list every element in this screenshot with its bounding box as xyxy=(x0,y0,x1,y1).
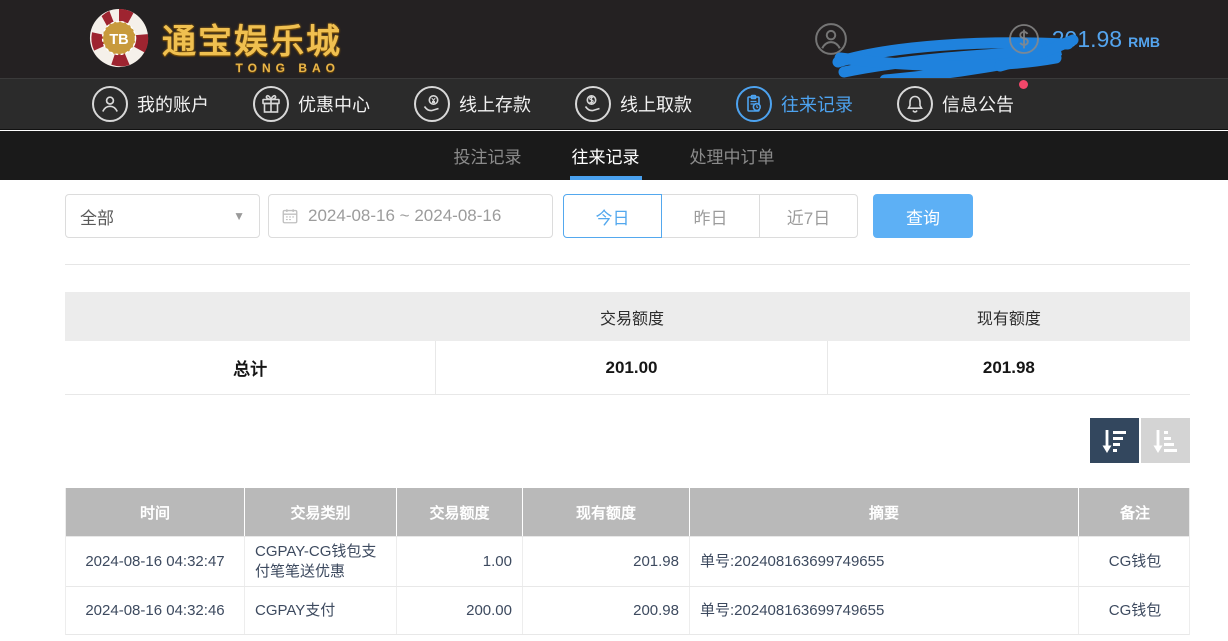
page: TB 通宝娱乐城 TONG BAO 201.98 RMB 我的账户 优惠中心 线… xyxy=(0,0,1228,641)
records-header-balance: 现有额度 xyxy=(523,488,690,536)
cell-summary: 单号:202408163699749655 xyxy=(690,537,1079,586)
main-nav: 我的账户 优惠中心 线上存款 线上取款 往来记录 信息公告 xyxy=(0,78,1228,130)
balance-amount: 201.98 xyxy=(1051,25,1123,52)
chevron-down-icon: ▼ xyxy=(233,209,245,223)
cell-summary: 单号:202408163699749655 xyxy=(690,587,1079,634)
summary-total-transaction-amount: 201.00 xyxy=(436,341,828,394)
summary-header-row: 交易额度 现有额度 xyxy=(65,292,1190,341)
quick-btn-today[interactable]: 今日 xyxy=(563,194,662,238)
cell-note: CG钱包 xyxy=(1108,601,1162,619)
site-logo[interactable]: TB 通宝娱乐城 TONG BAO xyxy=(88,7,342,75)
records-header-type: 交易类别 xyxy=(245,488,397,536)
records-icon xyxy=(736,86,772,122)
balance-currency: RMB xyxy=(1128,34,1160,50)
summary-table: 交易额度 现有额度 总计 201.00 201.98 xyxy=(65,292,1190,395)
cell-amount: 200.00 xyxy=(397,587,523,634)
records-table: 时间 交易类别 交易额度 现有额度 摘要 备注 2024-08-16 04:32… xyxy=(65,488,1190,635)
cell-amount: 1.00 xyxy=(397,537,523,586)
tab-pending-orders[interactable]: 处理中订单 xyxy=(690,131,775,180)
balance-coin-icon xyxy=(1008,24,1039,54)
sort-controls xyxy=(1090,418,1190,463)
summary-header-current-balance: 现有额度 xyxy=(976,310,1041,328)
summary-total-row: 总计 201.00 201.98 xyxy=(65,341,1190,395)
nav-item-transaction-records[interactable]: 往来记录 xyxy=(736,86,853,122)
gift-icon xyxy=(253,86,289,122)
section-divider xyxy=(65,264,1190,265)
records-header-time: 时间 xyxy=(66,488,245,536)
nav-label: 信息公告 xyxy=(942,95,1014,115)
search-button[interactable]: 查询 xyxy=(873,194,973,238)
user-icon xyxy=(92,86,128,122)
user-info: 201.98 RMB xyxy=(814,0,1160,86)
summary-total-current-balance: 201.98 xyxy=(982,357,1035,377)
nav-item-deposit[interactable]: 线上存款 xyxy=(414,86,531,122)
sub-tab-bar: 投注记录 往来记录 处理中订单 xyxy=(0,131,1228,180)
sort-descending-button[interactable] xyxy=(1090,418,1139,463)
deposit-icon xyxy=(414,86,450,122)
tab-betting-records[interactable]: 投注记录 xyxy=(454,131,522,180)
tab-transaction-records[interactable]: 往来记录 xyxy=(569,131,642,180)
cell-time: 2024-08-16 04:32:47 xyxy=(66,537,245,586)
site-title: 通宝娱乐城 xyxy=(162,23,342,61)
nav-item-withdraw[interactable]: 线上取款 xyxy=(575,86,692,122)
user-avatar-icon xyxy=(814,23,847,55)
table-row: 2024-08-16 04:32:46 CGPAY支付 200.00 200.9… xyxy=(66,586,1189,634)
cell-time: 2024-08-16 04:32:46 xyxy=(66,587,245,634)
nav-label: 优惠中心 xyxy=(298,95,370,115)
username-hidden xyxy=(832,24,1079,86)
sort-ascending-button[interactable] xyxy=(1141,418,1190,463)
cell-balance: 200.98 xyxy=(523,587,690,634)
cell-type: CGPAY支付 xyxy=(245,587,397,634)
table-row: 2024-08-16 04:32:47 CGPAY-CG钱包支付笔笔送优惠 1.… xyxy=(66,536,1189,586)
sort-descending-icon xyxy=(1102,429,1126,453)
top-header: TB 通宝娱乐城 TONG BAO 201.98 RMB xyxy=(0,0,1228,86)
nav-label: 往来记录 xyxy=(781,95,853,115)
site-subtitle: TONG BAO xyxy=(235,60,340,75)
nav-label: 我的账户 xyxy=(137,95,209,115)
records-header-amount: 交易额度 xyxy=(397,488,523,536)
records-header-note: 备注 xyxy=(1119,504,1150,522)
nav-item-announcements[interactable]: 信息公告 xyxy=(897,80,1028,122)
notification-badge xyxy=(1019,80,1028,89)
cell-note: CG钱包 xyxy=(1108,552,1162,570)
summary-total-label: 总计 xyxy=(65,341,437,394)
date-range-value: 2024-08-16 ~ 2024-08-16 xyxy=(308,206,502,225)
svg-text:TB: TB xyxy=(109,32,128,48)
withdraw-icon xyxy=(575,86,611,122)
quick-btn-last7days[interactable]: 近7日 xyxy=(759,194,858,238)
records-header-row: 时间 交易类别 交易额度 现有额度 摘要 备注 xyxy=(66,488,1189,536)
nav-item-promotions[interactable]: 优惠中心 xyxy=(253,86,370,122)
casino-chip-icon: TB xyxy=(89,8,149,68)
nav-item-my-account[interactable]: 我的账户 xyxy=(92,86,209,122)
sort-ascending-icon xyxy=(1153,429,1177,453)
filter-bar: 全部 ▼ 2024-08-16 ~ 2024-08-16 今日 昨日 近7日 查… xyxy=(65,194,1190,238)
type-select[interactable]: 全部 ▼ xyxy=(65,194,260,238)
date-range-input[interactable]: 2024-08-16 ~ 2024-08-16 xyxy=(268,194,553,238)
summary-header-empty xyxy=(65,292,436,341)
calendar-icon xyxy=(282,209,298,224)
nav-label: 线上取款 xyxy=(620,95,692,115)
quick-btn-yesterday[interactable]: 昨日 xyxy=(661,194,760,238)
summary-header-transaction-amount: 交易额度 xyxy=(599,310,664,328)
nav-label: 线上存款 xyxy=(459,95,531,115)
bell-icon xyxy=(897,86,933,122)
quick-date-group: 今日 昨日 近7日 xyxy=(563,194,858,238)
type-select-value: 全部 xyxy=(80,208,114,228)
records-header-summary: 摘要 xyxy=(690,488,1079,536)
cell-type: CGPAY-CG钱包支付笔笔送优惠 xyxy=(245,537,397,586)
cell-balance: 201.98 xyxy=(523,537,690,586)
